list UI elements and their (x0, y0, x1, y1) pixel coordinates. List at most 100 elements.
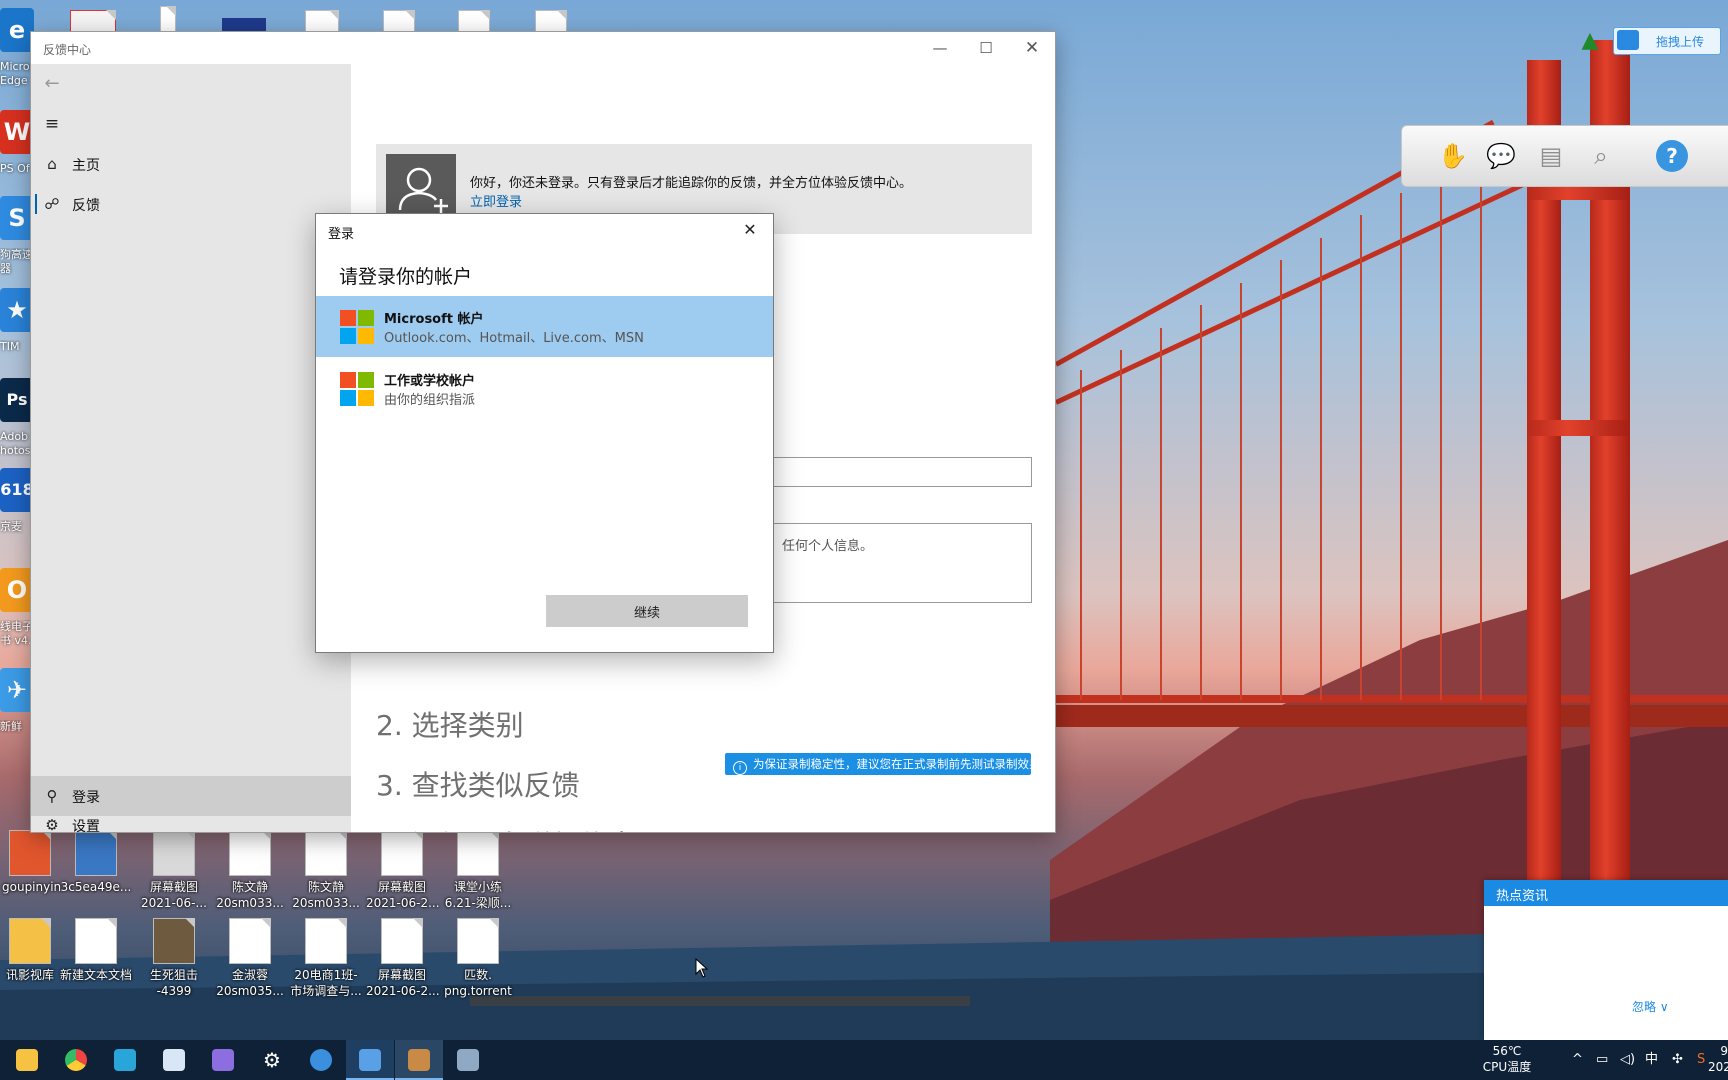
signin-now-link[interactable]: 立即登录 (470, 191, 522, 210)
desktop-file-icon[interactable]: 3c5ea49e... (60, 830, 132, 895)
file-icon (153, 918, 195, 964)
input-method-icon[interactable]: ✣ (1672, 1051, 1683, 1069)
clock[interactable]: 9 202 (1708, 1043, 1728, 1075)
desktop-file-icon[interactable]: 屏幕截图 2021-06-2... (366, 830, 440, 911)
desktop-icon-label: 20电商1班- 市场调查与... (290, 968, 362, 998)
desktop-app-icon[interactable]: ✈ (0, 668, 34, 712)
hand-tool-icon[interactable]: ✋ (1436, 140, 1470, 172)
drag-upload-button[interactable]: 拖拽上传 (1613, 27, 1721, 55)
desktop-icon-label: 3c5ea49e... (60, 880, 132, 894)
bridge-suspender (1120, 350, 1122, 700)
hot-news-header: 热点资讯 (1484, 880, 1728, 906)
desktop-file-icon[interactable]: 讯影视库 (2, 918, 58, 983)
microsoft-logo-icon (340, 310, 374, 344)
minimize-icon[interactable]: — (917, 32, 963, 64)
desktop-file-icon[interactable]: 陈文静 20sm033... (214, 830, 286, 911)
taskbar-app-3[interactable] (101, 1040, 149, 1080)
desktop-icon-top-2[interactable] (160, 6, 176, 32)
desktop-icon-label: 线电子 书 v4.0 (0, 620, 34, 647)
sogou-icon[interactable]: S (1697, 1051, 1705, 1069)
back-arrow-icon: ← (44, 73, 60, 94)
taskbar-app-4[interactable] (150, 1040, 198, 1080)
temperature-label: CPU温度 (1482, 1060, 1532, 1074)
desktop-icon-label: Adob hotosh (0, 430, 34, 457)
cloud-icon (1617, 30, 1639, 50)
taskbar-app-5[interactable] (199, 1040, 247, 1080)
volume-icon[interactable]: ◁) (1620, 1051, 1635, 1069)
close-icon[interactable]: ✕ (727, 214, 773, 246)
desktop-icon-top-3[interactable] (222, 18, 266, 32)
desktop-icon-top-5[interactable] (383, 10, 415, 34)
desktop-app-icon[interactable]: S (0, 196, 34, 240)
desktop-file-icon[interactable]: 金淑蓉 20sm035... (214, 918, 286, 999)
desktop-file-icon[interactable]: 课堂小练 6.21-梁顺... (442, 830, 514, 911)
help-icon[interactable]: ? (1656, 140, 1688, 172)
hot-news-panel: 热点资讯 忽略 ∨ (1484, 880, 1728, 1040)
hamburger-menu-button[interactable]: ≡ (31, 104, 351, 144)
desktop-app-icon[interactable]: e (0, 8, 34, 52)
title-bar[interactable]: 反馈中心 — ☐ ✕ (31, 32, 1055, 64)
taskbar-calculator[interactable] (444, 1040, 492, 1080)
close-icon[interactable]: ✕ (1009, 32, 1055, 64)
taskbar-help[interactable] (297, 1040, 345, 1080)
desktop-app-icon[interactable]: O (0, 568, 34, 612)
taskbar-feedback-hub[interactable] (346, 1040, 394, 1080)
nav-item-signin[interactable]: ⚲ 登录 (31, 776, 351, 816)
desktop-icon-top-6[interactable] (458, 10, 490, 34)
nav-item-home[interactable]: ⌂ 主页 (31, 144, 351, 184)
comment-tool-icon[interactable]: 💬 (1484, 140, 1518, 172)
desktop-icon-top-7[interactable] (535, 10, 567, 34)
desktop-icon-label: 生死狙击 -4399 (149, 968, 198, 998)
taskbar-file-explorer[interactable] (3, 1040, 51, 1080)
step-choose-category: 2. 选择类别 (376, 709, 524, 742)
desktop-icon-label: 新建文本文档 (60, 968, 133, 982)
desktop-icon-top-4[interactable] (305, 10, 339, 34)
file-icon (381, 918, 423, 964)
file-icon (75, 918, 117, 964)
desktop-file-icon[interactable]: 陈文静 20sm033... (290, 830, 362, 911)
taskbar-settings[interactable]: ⚙ (248, 1040, 296, 1080)
taskbar-game[interactable] (395, 1040, 443, 1080)
browser-icon (65, 1049, 87, 1071)
desktop-file-icon[interactable]: 屏幕截图 2021-06-... (138, 830, 210, 911)
desktop-file-icon[interactable]: goupinyin (2, 830, 61, 895)
desktop-app-icon[interactable]: W (0, 110, 34, 154)
desktop-icon-label: 新鲜 (0, 720, 22, 733)
cpu-temperature: 56℃ CPU温度 (1482, 1043, 1532, 1075)
ignore-link[interactable]: 忽略 ∨ (1632, 998, 1669, 1015)
document-tool-icon[interactable]: ▤ (1534, 140, 1568, 172)
clock-time: 9 (1720, 1044, 1728, 1058)
microsoft-account-option[interactable]: Microsoft 帐户 Outlook.com、Hotmail、Live.co… (316, 296, 773, 357)
desktop-icon-label: 屏幕截图 2021-06-2... (366, 880, 440, 910)
game-icon (408, 1049, 430, 1071)
ime-indicator[interactable]: 中 (1645, 1051, 1658, 1069)
hot-news-title: 热点资讯 (1496, 889, 1549, 904)
taskbar-browser[interactable] (52, 1040, 100, 1080)
bridge-suspender (1280, 260, 1282, 700)
account-subtitle: 由你的组织指派 (384, 393, 476, 408)
info-icon: i (733, 761, 747, 775)
desktop-file-icon[interactable]: 新建文本文档 (60, 918, 132, 983)
desktop-file-icon[interactable]: 匹数. png.torrent (442, 918, 514, 999)
continue-button[interactable]: 继续 (546, 595, 748, 627)
back-button[interactable]: ← (31, 64, 351, 104)
chevron-up-icon[interactable]: ^ (1572, 1051, 1583, 1069)
tree-icon[interactable]: ▲ (1580, 28, 1600, 54)
desktop-icon-top-1[interactable] (70, 10, 116, 32)
nav-item-settings[interactable]: ⚙ 设置 (31, 816, 351, 835)
desktop-file-icon[interactable]: 屏幕截图 2021-06-2... (366, 918, 440, 999)
network-icon[interactable]: ▭ (1596, 1051, 1608, 1069)
search-tool-icon[interactable]: ⌕ (1584, 140, 1618, 172)
dialog-title: 登录 (328, 227, 355, 242)
work-school-account-option[interactable]: 工作或学校帐户 由你的组织指派 (316, 358, 773, 419)
desktop-app-icon[interactable]: ★ (0, 288, 34, 332)
mouse-cursor-icon (695, 958, 709, 978)
maximize-icon[interactable]: ☐ (963, 32, 1009, 64)
desktop-app-icon[interactable]: 618 (0, 468, 34, 512)
person-icon: ⚲ (46, 787, 58, 805)
desktop-app-icon[interactable]: Ps (0, 378, 34, 422)
desktop-file-icon[interactable]: 20电商1班- 市场调查与... (290, 918, 362, 999)
nav-item-feedback[interactable]: ☍ 反馈 (31, 184, 351, 224)
bridge-suspender (1320, 238, 1322, 700)
desktop-file-icon[interactable]: 生死狙击 -4399 (138, 918, 210, 999)
